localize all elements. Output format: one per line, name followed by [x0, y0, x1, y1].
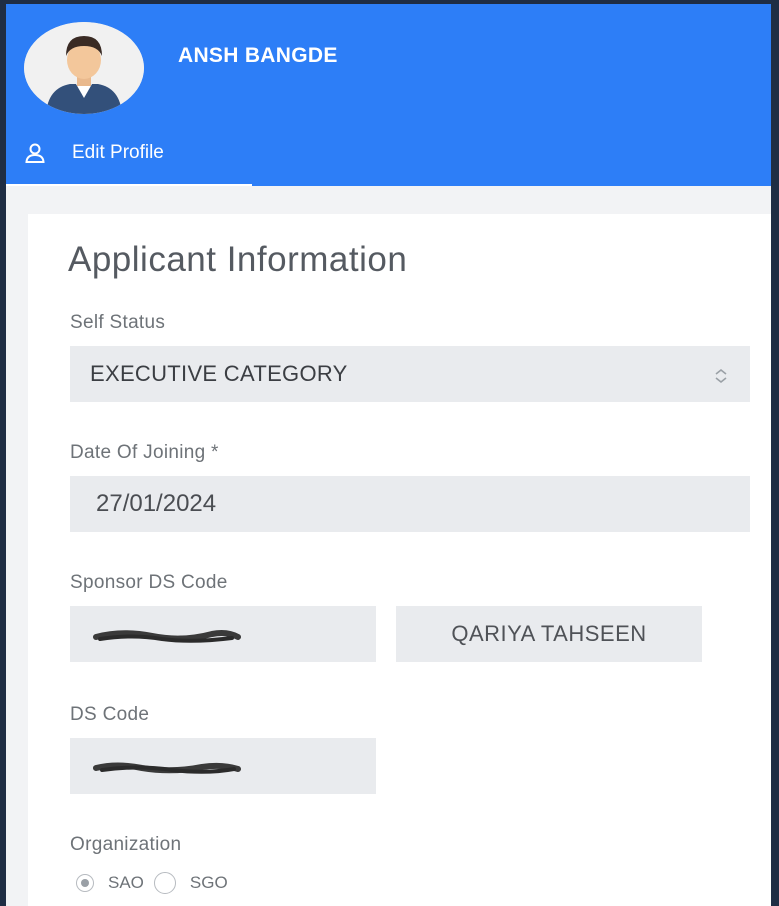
date-of-joining-value: 27/01/2024	[96, 490, 217, 517]
redacted-scribble	[93, 762, 241, 774]
tab-edit-profile[interactable]: Edit Profile	[24, 142, 164, 164]
date-of-joining-field[interactable]: 27/01/2024	[70, 476, 750, 532]
radio-sao[interactable]	[76, 874, 94, 892]
organization-radio-group: SAO SGO	[76, 872, 228, 894]
app-frame: ANSH BANGDE Edit Profile Applicant Infor…	[0, 0, 779, 906]
avatar-image	[24, 22, 144, 114]
user-name: ANSH BANGDE	[178, 44, 338, 67]
ds-code-label: DS Code	[70, 704, 150, 725]
sponsor-ds-code-label: Sponsor DS Code	[70, 572, 228, 593]
profile-header: ANSH BANGDE Edit Profile	[6, 4, 771, 188]
chevron-updown-icon	[712, 365, 730, 384]
date-of-joining-label: Date Of Joining *	[70, 442, 219, 463]
sponsor-name-field[interactable]: QARIYA TAHSEEN	[396, 606, 702, 662]
self-status-select[interactable]: EXECUTIVE CATEGORY	[70, 346, 750, 402]
self-status-value: EXECUTIVE CATEGORY	[90, 361, 348, 386]
avatar	[24, 22, 144, 114]
ds-code-field[interactable]	[70, 738, 376, 794]
section-title: Applicant Information	[68, 240, 408, 279]
radio-sgo-label: SGO	[189, 873, 228, 892]
radio-sao-label: SAO	[108, 873, 144, 892]
radio-sgo[interactable]	[153, 872, 176, 894]
user-icon	[24, 142, 46, 164]
self-status-label: Self Status	[70, 312, 166, 333]
tab-edit-profile-label: Edit Profile	[72, 142, 164, 163]
sponsor-ds-code-field[interactable]	[70, 606, 376, 662]
organization-label: Organization	[70, 834, 182, 855]
sponsor-name-value: QARIYA TAHSEEN	[451, 621, 647, 646]
redacted-scribble	[93, 630, 241, 643]
